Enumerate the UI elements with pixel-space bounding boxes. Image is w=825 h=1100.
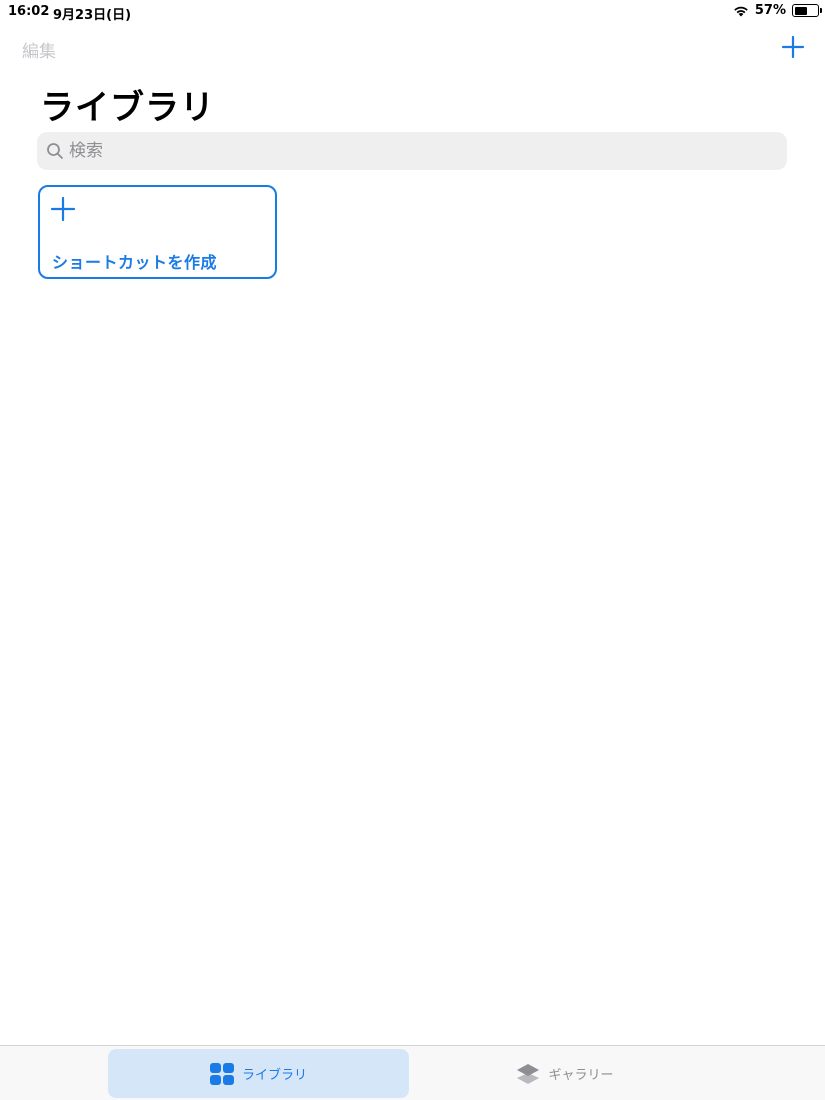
search-input[interactable] <box>69 141 749 161</box>
status-time: 16:02 <box>8 4 50 19</box>
battery-level <box>794 6 808 15</box>
create-shortcut-label: ショートカットを作成 <box>52 253 218 272</box>
tab-gallery[interactable]: ギャラリー <box>412 1049 718 1098</box>
layers-icon <box>517 1063 540 1084</box>
create-shortcut-card[interactable]: ショートカットを作成 <box>38 185 277 279</box>
status-date: 9月23日(日) <box>53 8 132 23</box>
tab-library[interactable]: ライブラリ <box>108 1049 409 1098</box>
wifi-icon <box>734 6 748 16</box>
edit-button[interactable]: 編集 <box>22 37 56 62</box>
plus-icon <box>51 197 75 221</box>
grid-icon <box>209 1062 234 1085</box>
search-icon <box>47 143 63 159</box>
tab-gallery-label: ギャラリー <box>548 1068 614 1083</box>
search-bar[interactable] <box>37 132 787 170</box>
battery-percent: 57% <box>754 3 786 18</box>
page-title: ライブラリ <box>40 88 215 128</box>
tab-library-label: ライブラリ <box>241 1068 307 1083</box>
plus-icon <box>781 35 805 59</box>
add-shortcut-button[interactable] <box>781 35 805 59</box>
status-indicators: 57% <box>733 3 822 18</box>
battery-icon <box>792 4 822 17</box>
tab-bar: ライブラリ ギャラリー <box>0 1045 825 1100</box>
status-bar: 16:02 9月23日(日) 57% <box>0 0 825 24</box>
